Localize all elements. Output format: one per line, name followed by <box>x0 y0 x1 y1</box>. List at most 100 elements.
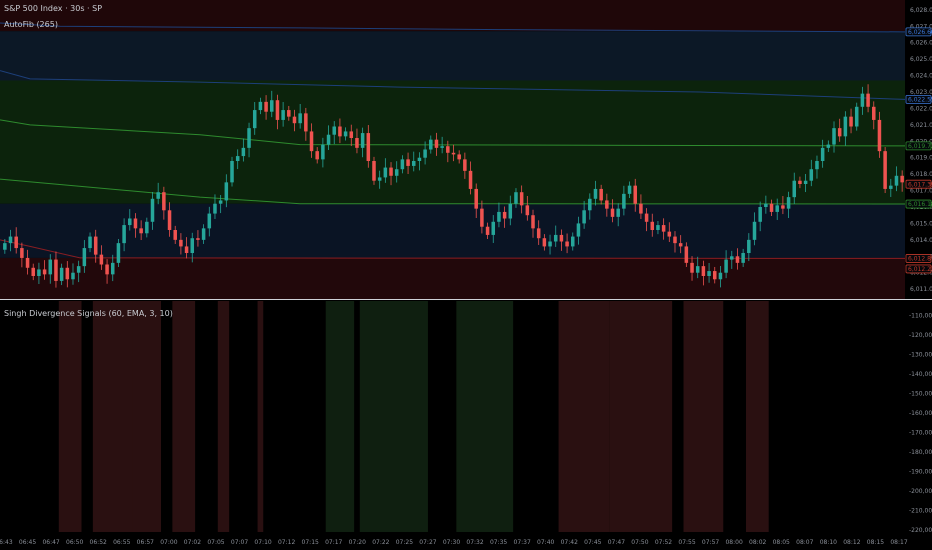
candle-body <box>270 100 274 112</box>
time-tick-label: 06:55 <box>113 539 130 546</box>
time-tick-label: 07:50 <box>631 539 648 546</box>
candle-body <box>207 213 212 229</box>
divergence-signal-bars <box>58 301 769 532</box>
candle-body <box>854 106 859 127</box>
candle-body <box>497 211 501 222</box>
candle-body <box>712 271 717 280</box>
time-tick-label: 07:20 <box>349 539 366 546</box>
price-tick-label: 6,024.00 <box>910 73 932 80</box>
indicator-tick-label: -200,000.00 <box>909 488 932 495</box>
indicator-tick-label: -120,000.00 <box>909 332 932 339</box>
candle-body <box>815 161 819 170</box>
candle-body <box>281 110 285 120</box>
bear-signal-bar <box>558 301 610 532</box>
candle-body <box>644 213 649 222</box>
candle-body <box>531 215 535 229</box>
candle-body <box>451 152 456 155</box>
time-axis[interactable]: 06:43 06:45 06:47 06:50 06:52 06:55 06:57 07:00… <box>0 539 908 546</box>
candle-body <box>411 161 416 166</box>
candle-body <box>54 259 58 281</box>
candle-body <box>440 146 444 148</box>
candle-body <box>213 203 217 214</box>
price-tick-label: 6,021.00 <box>910 122 932 129</box>
time-tick-label: 08:05 <box>773 539 790 546</box>
candle-body <box>582 210 586 224</box>
time-tick-label: 07:45 <box>584 539 601 546</box>
time-tick-label: 06:43 <box>0 539 13 546</box>
autofib-indicator-label[interactable]: AutoFib (265) <box>4 20 58 29</box>
candle-body <box>196 238 200 240</box>
time-tick-label: 08:17 <box>890 539 907 546</box>
candle-body <box>20 248 24 258</box>
candle-body <box>678 243 683 247</box>
candle-body <box>781 205 785 209</box>
time-tick-label: 08:00 <box>725 539 742 546</box>
candle-body <box>218 200 223 204</box>
time-tick-label: 07:02 <box>184 539 201 546</box>
candle-body <box>491 221 496 235</box>
candle-body <box>860 93 865 107</box>
candle-body <box>389 167 393 176</box>
symbol-title: S&P 500 Index · 30s · SP <box>4 4 102 13</box>
candle-body <box>360 133 365 148</box>
candle-body <box>843 116 848 137</box>
indicator-tick-label: -220,000.00 <box>909 527 932 534</box>
candle-body <box>349 131 354 138</box>
bear-signal-bar <box>745 301 769 532</box>
time-tick-label: 07:32 <box>466 539 483 546</box>
candle-body <box>366 133 371 161</box>
time-tick-label: 07:42 <box>561 539 578 546</box>
candle-body <box>639 203 643 214</box>
indicator-tick-label: -150,000.00 <box>909 391 932 398</box>
bottom-band-zone <box>0 257 905 299</box>
price-tick-label: 6,015.00 <box>910 220 932 227</box>
divergence-indicator-label[interactable]: Singh Divergence Signals (60, EMA, 3, 10… <box>4 309 173 318</box>
candle-body <box>707 271 711 276</box>
bull-signal-bar <box>325 301 355 532</box>
candle-body <box>258 101 263 111</box>
candle-body <box>275 100 280 120</box>
candle-body <box>565 241 569 247</box>
time-tick-label: 06:57 <box>137 539 154 546</box>
fib-price-badge-label: 6,016.18 <box>908 201 932 208</box>
indicator-axis[interactable]: -110,000.00 -120,000.00 -130,000.00 -140,00… <box>909 313 932 534</box>
price-tick-label: 6,018.00 <box>910 171 932 178</box>
candle-body <box>105 264 109 275</box>
candle-body <box>423 149 427 158</box>
candle-body <box>480 208 484 227</box>
candle-body <box>792 180 797 198</box>
candle-body <box>463 159 467 171</box>
price-axis[interactable]: 6,028.006,027.006,026.006,025.006,024.00… <box>905 7 932 293</box>
time-tick-label: 08:15 <box>867 539 884 546</box>
candle-body <box>400 159 405 170</box>
candle-body <box>803 180 808 184</box>
time-tick-label: 08:10 <box>820 539 837 546</box>
candle-body <box>264 101 268 112</box>
candle-body <box>76 266 81 273</box>
candle-body <box>417 157 422 161</box>
chart-canvas[interactable]: 6,028.006,027.006,026.006,025.006,024.00… <box>0 0 932 550</box>
candle-body <box>201 228 206 240</box>
candle-body <box>599 188 603 201</box>
candle-body <box>730 256 734 260</box>
candle-body <box>656 225 660 230</box>
candle-body <box>508 203 513 219</box>
time-tick-label: 07:30 <box>443 539 460 546</box>
time-tick-label: 07:17 <box>325 539 342 546</box>
candle-body <box>315 151 319 160</box>
candle-body <box>116 243 121 263</box>
candle-body <box>122 225 126 244</box>
candle-body <box>571 236 575 247</box>
time-tick-label: 07:57 <box>702 539 719 546</box>
candle-body <box>627 185 632 194</box>
indicator-tick-label: -180,000.00 <box>909 449 932 456</box>
time-tick-label: 06:45 <box>19 539 36 546</box>
candle-body <box>173 230 177 240</box>
candle-body <box>593 188 598 199</box>
candle-body <box>553 234 558 242</box>
fib-price-badge-label: 6,026.66 <box>908 29 932 36</box>
candle-body <box>695 266 700 273</box>
candle-body <box>321 144 325 160</box>
candle-body <box>298 113 302 124</box>
candle-body <box>31 267 35 276</box>
